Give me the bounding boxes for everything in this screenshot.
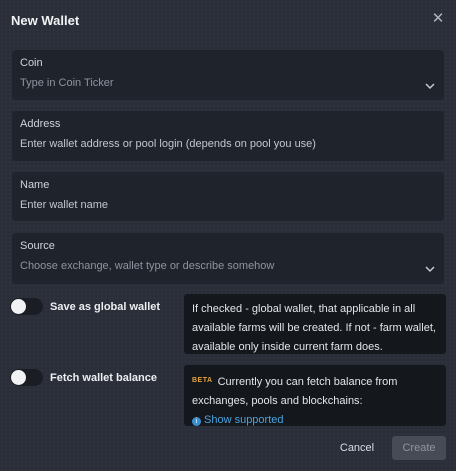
source-input[interactable]: Choose exchange, wallet type or describe… <box>20 260 436 272</box>
address-field[interactable]: Address Enter wallet address or pool log… <box>12 111 444 161</box>
address-input[interactable]: Enter wallet address or pool login (depe… <box>20 138 436 150</box>
coin-select[interactable]: Coin Type in Coin Ticker <box>12 50 444 100</box>
source-select[interactable]: Source Choose exchange, wallet type or d… <box>12 233 444 284</box>
toggle-knob <box>11 299 26 314</box>
toggle-knob <box>11 370 26 385</box>
name-label: Name <box>20 179 50 191</box>
create-button[interactable]: Create <box>392 436 446 460</box>
cancel-button[interactable]: Cancel <box>334 437 380 459</box>
chevron-down-icon[interactable] <box>425 264 435 274</box>
name-input[interactable]: Enter wallet name <box>20 199 436 211</box>
dialog-title: New Wallet <box>11 13 80 28</box>
address-label: Address <box>20 118 61 130</box>
chevron-down-icon[interactable] <box>425 81 435 91</box>
name-field[interactable]: Name Enter wallet name <box>12 172 444 221</box>
fetch-balance-tip-text: Currently you can fetch balance from exc… <box>192 376 398 407</box>
fetch-balance-tooltip: BETA Currently you can fetch balance fro… <box>184 365 446 426</box>
beta-badge: BETA <box>192 377 213 384</box>
fetch-balance-toggle[interactable] <box>10 369 43 386</box>
new-wallet-dialog: New Wallet ✕ Coin Type in Coin Ticker Ad… <box>0 0 456 471</box>
global-wallet-tooltip: If checked - global wallet, that applica… <box>184 294 446 354</box>
global-wallet-toggle[interactable] <box>10 298 43 315</box>
global-wallet-row: Save as global wallet <box>10 298 160 315</box>
global-wallet-label: Save as global wallet <box>50 300 161 313</box>
coin-label: Coin <box>20 57 43 69</box>
global-wallet-tip-text: If checked - global wallet, that applica… <box>192 303 436 353</box>
show-supported-link[interactable]: Show supported <box>204 414 284 426</box>
close-icon[interactable]: ✕ <box>430 11 446 27</box>
coin-input[interactable]: Type in Coin Ticker <box>20 77 436 89</box>
fetch-balance-label: Fetch wallet balance <box>50 371 157 384</box>
source-label: Source <box>20 240 55 252</box>
info-icon: i <box>192 417 201 426</box>
fetch-balance-row: Fetch wallet balance <box>10 369 157 386</box>
